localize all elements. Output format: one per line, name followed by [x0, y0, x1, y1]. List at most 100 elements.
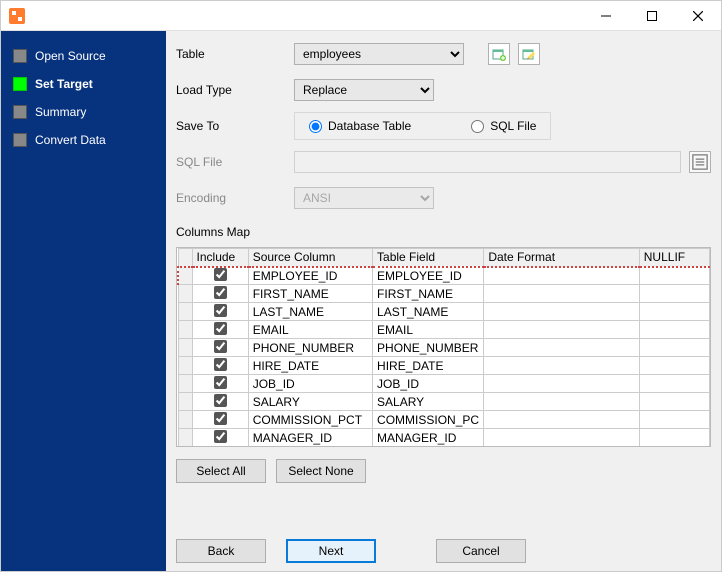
col-nullif[interactable]: NULLIF — [639, 249, 709, 267]
cell-include[interactable] — [192, 267, 248, 285]
cell-include[interactable] — [192, 429, 248, 447]
col-include[interactable]: Include — [192, 249, 248, 267]
new-table-button[interactable] — [488, 43, 510, 65]
cell-target[interactable]: COMMISSION_PC — [373, 411, 484, 429]
cell-source[interactable]: JOB_ID — [248, 375, 372, 393]
cell-target[interactable]: LAST_NAME — [373, 303, 484, 321]
cell-source[interactable]: EMPLOYEE_ID — [248, 267, 372, 285]
row-header[interactable] — [178, 411, 192, 429]
cell-target[interactable]: FIRST_NAME — [373, 285, 484, 303]
cell-datefmt[interactable] — [484, 393, 639, 411]
cell-source[interactable]: FIRST_NAME — [248, 285, 372, 303]
next-button[interactable]: Next — [286, 539, 376, 563]
table-row[interactable]: SALARYSALARY — [178, 393, 710, 411]
table-row[interactable]: DEPARTMENT_IDDEPARTMENT_ID — [178, 447, 710, 448]
row-header[interactable] — [178, 339, 192, 357]
close-button[interactable] — [675, 1, 721, 31]
cell-include[interactable] — [192, 285, 248, 303]
cell-datefmt[interactable] — [484, 411, 639, 429]
cell-target[interactable]: SALARY — [373, 393, 484, 411]
cell-nullif[interactable] — [639, 447, 709, 448]
nav-item-summary[interactable]: Summary — [7, 105, 160, 119]
table-row[interactable]: JOB_IDJOB_ID — [178, 375, 710, 393]
cell-nullif[interactable] — [639, 303, 709, 321]
select-none-button[interactable]: Select None — [276, 459, 366, 483]
cell-nullif[interactable] — [639, 321, 709, 339]
nav-item-set-target[interactable]: Set Target — [7, 77, 160, 91]
minimize-button[interactable] — [583, 1, 629, 31]
cell-nullif[interactable] — [639, 375, 709, 393]
table-row[interactable]: COMMISSION_PCTCOMMISSION_PC — [178, 411, 710, 429]
cell-include[interactable] — [192, 411, 248, 429]
include-checkbox[interactable] — [214, 430, 227, 443]
cell-datefmt[interactable] — [484, 357, 639, 375]
table-row[interactable]: EMPLOYEE_IDEMPLOYEE_ID — [178, 267, 710, 285]
cell-target[interactable]: MANAGER_ID — [373, 429, 484, 447]
cancel-button[interactable]: Cancel — [436, 539, 526, 563]
include-checkbox[interactable] — [214, 358, 227, 371]
cell-datefmt[interactable] — [484, 447, 639, 448]
cell-source[interactable]: SALARY — [248, 393, 372, 411]
col-source[interactable]: Source Column — [248, 249, 372, 267]
select-all-button[interactable]: Select All — [176, 459, 266, 483]
include-checkbox[interactable] — [214, 376, 227, 389]
cell-nullif[interactable] — [639, 393, 709, 411]
table-select[interactable]: employees — [294, 43, 464, 65]
row-header[interactable] — [178, 357, 192, 375]
maximize-button[interactable] — [629, 1, 675, 31]
cell-target[interactable]: PHONE_NUMBER — [373, 339, 484, 357]
include-checkbox[interactable] — [214, 322, 227, 335]
cell-source[interactable]: LAST_NAME — [248, 303, 372, 321]
cell-include[interactable] — [192, 447, 248, 448]
include-checkbox[interactable] — [214, 268, 227, 281]
include-checkbox[interactable] — [214, 286, 227, 299]
back-button[interactable]: Back — [176, 539, 266, 563]
nav-item-convert-data[interactable]: Convert Data — [7, 133, 160, 147]
cell-target[interactable]: JOB_ID — [373, 375, 484, 393]
saveto-sql-radio[interactable]: SQL File — [471, 119, 536, 133]
cell-include[interactable] — [192, 357, 248, 375]
cell-target[interactable]: HIRE_DATE — [373, 357, 484, 375]
include-checkbox[interactable] — [214, 304, 227, 317]
cell-datefmt[interactable] — [484, 321, 639, 339]
row-header[interactable] — [178, 429, 192, 447]
table-row[interactable]: HIRE_DATEHIRE_DATE — [178, 357, 710, 375]
row-header[interactable] — [178, 393, 192, 411]
row-header[interactable] — [178, 447, 192, 448]
sqlfile-browse-button[interactable] — [689, 151, 711, 173]
cell-datefmt[interactable] — [484, 285, 639, 303]
cell-datefmt[interactable] — [484, 429, 639, 447]
cell-datefmt[interactable] — [484, 303, 639, 321]
cell-nullif[interactable] — [639, 285, 709, 303]
cell-nullif[interactable] — [639, 411, 709, 429]
cell-source[interactable]: MANAGER_ID — [248, 429, 372, 447]
cell-include[interactable] — [192, 339, 248, 357]
col-target[interactable]: Table Field — [373, 249, 484, 267]
table-row[interactable]: EMAILEMAIL — [178, 321, 710, 339]
table-row[interactable]: LAST_NAMELAST_NAME — [178, 303, 710, 321]
include-checkbox[interactable] — [214, 394, 227, 407]
table-row[interactable]: PHONE_NUMBERPHONE_NUMBER — [178, 339, 710, 357]
col-datefmt[interactable]: Date Format — [484, 249, 639, 267]
cell-source[interactable]: EMAIL — [248, 321, 372, 339]
row-header[interactable] — [178, 285, 192, 303]
cell-source[interactable]: DEPARTMENT_ID — [248, 447, 372, 448]
cell-include[interactable] — [192, 393, 248, 411]
cell-datefmt[interactable] — [484, 339, 639, 357]
cell-source[interactable]: PHONE_NUMBER — [248, 339, 372, 357]
cell-source[interactable]: HIRE_DATE — [248, 357, 372, 375]
cell-nullif[interactable] — [639, 429, 709, 447]
cell-target[interactable]: EMPLOYEE_ID — [373, 267, 484, 285]
cell-source[interactable]: COMMISSION_PCT — [248, 411, 372, 429]
cell-include[interactable] — [192, 303, 248, 321]
row-header[interactable] — [178, 303, 192, 321]
loadtype-select[interactable]: Replace — [294, 79, 434, 101]
edit-table-button[interactable] — [518, 43, 540, 65]
table-row[interactable]: MANAGER_IDMANAGER_ID — [178, 429, 710, 447]
cell-nullif[interactable] — [639, 357, 709, 375]
cell-target[interactable]: DEPARTMENT_ID — [373, 447, 484, 448]
cell-include[interactable] — [192, 321, 248, 339]
cell-datefmt[interactable] — [484, 267, 639, 285]
cell-nullif[interactable] — [639, 339, 709, 357]
include-checkbox[interactable] — [214, 412, 227, 425]
